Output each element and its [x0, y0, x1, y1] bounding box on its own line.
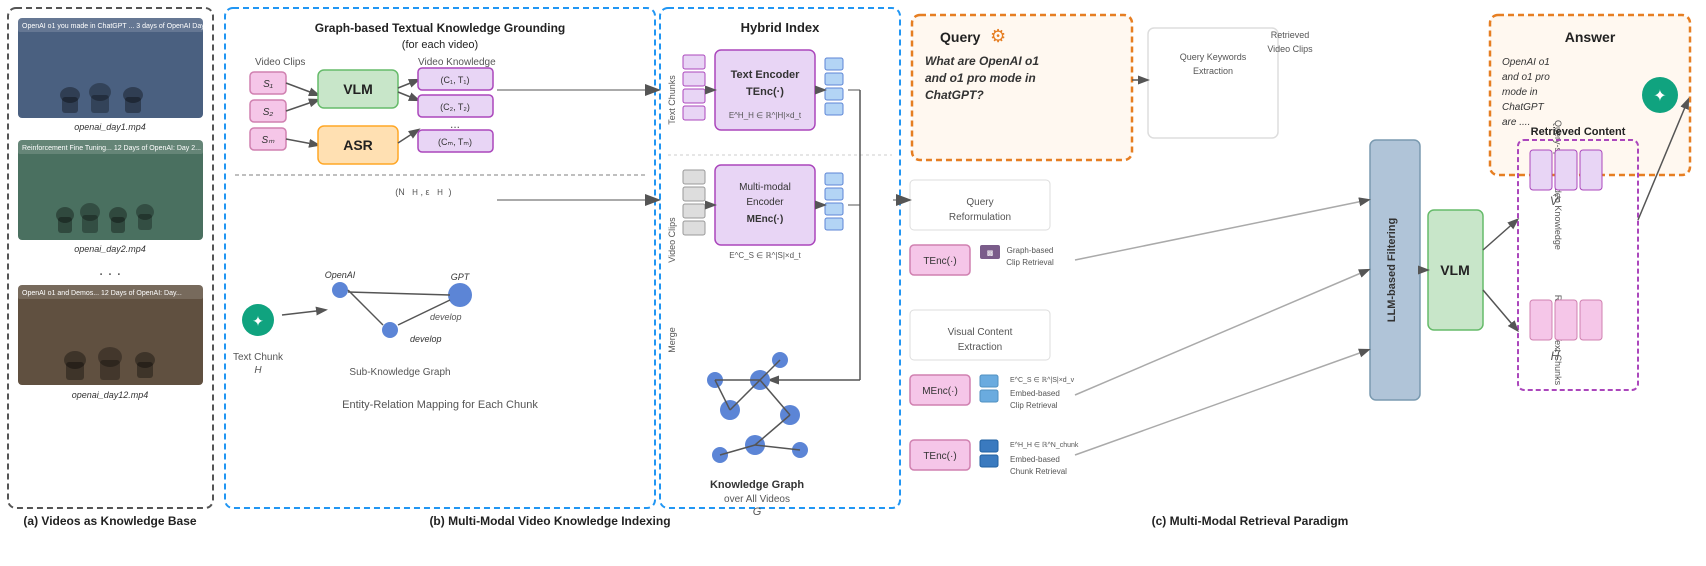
svg-text:Query: Query — [966, 197, 993, 208]
svg-text:OpenAI o1 and Demos... 12 Days: OpenAI o1 and Demos... 12 Days of OpenAI… — [22, 290, 182, 297]
svg-text:S₂: S₂ — [263, 107, 274, 118]
svg-text:Text Chunk: Text Chunk — [233, 352, 284, 363]
svg-text:are ....: are .... — [1502, 117, 1530, 128]
svg-text:S₁: S₁ — [263, 79, 273, 90]
svg-text:Retrieved Text Chunks: Retrieved Text Chunks — [1553, 295, 1563, 386]
svg-text:develop: develop — [430, 312, 462, 322]
svg-text:(a) Videos as Knowledge Base: (a) Videos as Knowledge Base — [23, 514, 196, 528]
svg-text:OpenAI o1 you made in ChatGPT: OpenAI o1 you made in ChatGPT ... 3 days… — [22, 23, 210, 30]
svg-text:Merge: Merge — [667, 327, 677, 353]
svg-text:What are OpenAI o1: What are OpenAI o1 — [925, 54, 1039, 68]
svg-text:Reinforcement Fine Tuning... 1: Reinforcement Fine Tuning... 12 Days of … — [22, 145, 201, 152]
svg-text:(b) Multi-Modal Video Knowledg: (b) Multi-Modal Video Knowledge Indexing — [429, 514, 670, 528]
svg-text:Reformulation: Reformulation — [949, 212, 1011, 223]
svg-text:Retrieved Content: Retrieved Content — [1531, 126, 1626, 138]
svg-text:⚙: ⚙ — [990, 26, 1006, 46]
svg-text:H: H — [254, 365, 262, 376]
svg-text:Video Clips: Video Clips — [667, 217, 677, 263]
svg-text:Video Clips: Video Clips — [255, 57, 305, 68]
svg-text:E^H_H ∈ ℝ^N_chunk: E^H_H ∈ ℝ^N_chunk — [1010, 441, 1079, 449]
svg-text:Extraction: Extraction — [958, 342, 1002, 353]
svg-text:ChatGPT: ChatGPT — [1502, 102, 1545, 113]
svg-text:Chunk Retrieval: Chunk Retrieval — [1010, 467, 1067, 476]
svg-text:Entity-Relation Mapping for Ea: Entity-Relation Mapping for Each Chunk — [342, 399, 538, 411]
svg-text:): ) — [449, 187, 452, 197]
svg-text:and o1 pro: and o1 pro — [1502, 72, 1550, 83]
diagram-wrapper: OpenAI o1 you made in ChatGPT ... 3 days… — [0, 0, 1706, 566]
svg-text:MEnc(·): MEnc(·) — [747, 214, 784, 225]
svg-text:Query: Query — [940, 29, 981, 45]
svg-text:VLM: VLM — [343, 81, 373, 97]
svg-text:Visual Content: Visual Content — [948, 327, 1013, 338]
svg-text:G: G — [753, 506, 762, 518]
svg-text:VLM: VLM — [1440, 262, 1470, 278]
svg-text:...: ... — [450, 117, 460, 131]
svg-text:Embed-based: Embed-based — [1010, 389, 1060, 398]
svg-text:E^C_S ∈ ℝ^|S|×d_t: E^C_S ∈ ℝ^|S|×d_t — [729, 251, 801, 260]
svg-text:. . .: . . . — [99, 262, 121, 279]
svg-text:TEnc(·): TEnc(·) — [923, 256, 956, 267]
svg-text:Answer: Answer — [1565, 29, 1616, 45]
svg-text:TEnc(·): TEnc(·) — [746, 86, 784, 98]
svg-text:Retrieved: Retrieved — [1271, 30, 1310, 40]
svg-text:H: H — [437, 188, 443, 197]
svg-text:Encoder: Encoder — [746, 197, 784, 208]
svg-text:✦: ✦ — [1653, 88, 1666, 105]
svg-text:Clip Retrieval: Clip Retrieval — [1006, 258, 1054, 267]
svg-text:Extraction: Extraction — [1193, 66, 1233, 76]
svg-text:develop: develop — [410, 334, 442, 344]
svg-text:(N: (N — [395, 187, 405, 197]
svg-text:E^H_H ∈ ℝ^|H|×d_t: E^H_H ∈ ℝ^|H|×d_t — [729, 111, 802, 120]
svg-text:Query Keywords: Query Keywords — [1180, 52, 1247, 62]
diagram-svg: OpenAI o1 you made in ChatGPT ... 3 days… — [0, 0, 1706, 566]
svg-text:Graph-based: Graph-based — [1007, 246, 1054, 255]
svg-text:Sub-Knowledge Graph: Sub-Knowledge Graph — [349, 367, 450, 378]
svg-text:Text Encoder: Text Encoder — [731, 69, 801, 81]
svg-text:Multi-modal: Multi-modal — [739, 182, 791, 193]
svg-text:Query-specific Video Knowledge: Query-specific Video Knowledge — [1553, 120, 1563, 250]
svg-text:Video Clips: Video Clips — [1267, 44, 1313, 54]
svg-text:H: H — [412, 188, 418, 197]
svg-text:V̂ᵗ: V̂ᵗ — [1550, 193, 1561, 208]
svg-text:and o1 pro mode in: and o1 pro mode in — [925, 71, 1036, 85]
svg-text:Text Chunks: Text Chunks — [667, 75, 677, 125]
svg-text:Graph-based Textual Knowledge: Graph-based Textual Knowledge Grounding — [315, 21, 565, 35]
svg-text:Sₘ: Sₘ — [262, 135, 276, 146]
svg-text:Knowledge Graph: Knowledge Graph — [710, 479, 804, 491]
svg-text:ASR: ASR — [343, 137, 373, 153]
svg-text:E^C_S ∈ ℝ^|S|×d_v: E^C_S ∈ ℝ^|S|×d_v — [1010, 376, 1075, 384]
svg-text:✦: ✦ — [252, 313, 264, 329]
svg-text:Clip Retrieval: Clip Retrieval — [1010, 401, 1058, 410]
svg-text:openai_day12.mp4: openai_day12.mp4 — [72, 390, 149, 400]
svg-text:Ĥ: Ĥ — [1551, 348, 1560, 363]
svg-text:over All Videos: over All Videos — [724, 494, 790, 505]
svg-text:openai_day2.mp4: openai_day2.mp4 — [74, 244, 146, 254]
svg-text:OpenAI o1: OpenAI o1 — [1502, 57, 1550, 68]
svg-text:OpenAI: OpenAI — [325, 270, 356, 280]
svg-text:(for each video): (for each video) — [402, 39, 478, 51]
svg-text:▩: ▩ — [987, 250, 994, 257]
svg-text:Embed-based: Embed-based — [1010, 455, 1060, 464]
svg-text:(c) Multi-Modal Retrieval Para: (c) Multi-Modal Retrieval Paradigm — [1152, 514, 1349, 528]
svg-text:ChatGPT?: ChatGPT? — [925, 88, 984, 102]
svg-text:TEnc(·): TEnc(·) — [923, 451, 956, 462]
svg-text:Hybrid Index: Hybrid Index — [741, 20, 821, 35]
svg-text:MEnc(·): MEnc(·) — [922, 386, 958, 397]
svg-text:(C₁, T₁): (C₁, T₁) — [441, 75, 470, 85]
svg-text:openai_day1.mp4: openai_day1.mp4 — [74, 122, 146, 132]
svg-text:LLM-based Filtering: LLM-based Filtering — [1386, 218, 1398, 323]
svg-text:(C₂, T₂): (C₂, T₂) — [440, 102, 470, 112]
svg-text:Video Knowledge: Video Knowledge — [418, 57, 496, 68]
svg-text:(Cₘ, Tₘ): (Cₘ, Tₘ) — [438, 137, 472, 147]
svg-text:mode in: mode in — [1502, 87, 1538, 98]
svg-text:GPT: GPT — [451, 272, 471, 282]
svg-text:, ε: , ε — [420, 187, 429, 197]
